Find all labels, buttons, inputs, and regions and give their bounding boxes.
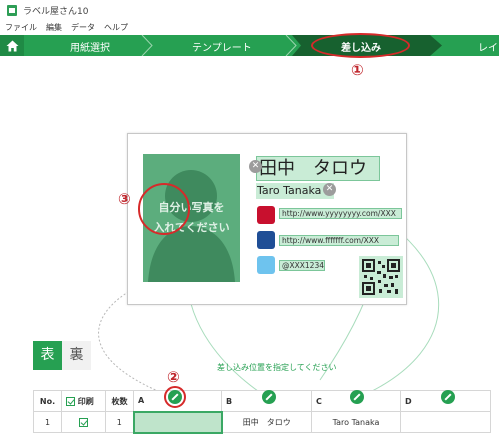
drag-pin-icon[interactable] (441, 390, 455, 404)
qr-code-field[interactable] (359, 256, 403, 298)
red-icon-square (257, 206, 275, 224)
cell-a[interactable] (132, 410, 223, 434)
tab-back[interactable]: 裏 (62, 341, 91, 370)
annotation-label-3: ③ (118, 190, 131, 208)
header-print[interactable]: 印刷 (61, 390, 106, 412)
cell-print[interactable] (61, 411, 106, 433)
cell-no: 1 (33, 411, 62, 433)
cell-d[interactable] (400, 411, 491, 433)
url1-field[interactable]: http://www.yyyyyyyy.com/XXX (279, 208, 402, 219)
annotation-label-2: ② (167, 368, 180, 386)
merge-hint-text: 差し込み位置を指定してください (217, 363, 337, 372)
annotation-circle-3 (138, 183, 190, 235)
drag-pin-icon[interactable] (262, 390, 276, 404)
cell-c[interactable]: Taro Tanaka (311, 411, 401, 433)
qr-code-icon (362, 259, 400, 295)
drag-pin-icon[interactable] (350, 390, 364, 404)
close-icon[interactable]: ✕ (249, 160, 262, 173)
close-icon[interactable]: ✕ (323, 183, 336, 196)
blue-icon-square (257, 231, 275, 249)
name-jp-field[interactable]: 田中 タロウ (256, 156, 380, 181)
tab-front[interactable]: 表 (33, 341, 62, 370)
table-row: 1 1 田中 タロウ Taro Tanaka (33, 410, 491, 434)
header-count: 枚数 (105, 390, 134, 412)
header-no: No. (33, 390, 62, 412)
handle-field[interactable]: @XXX1234 (279, 260, 325, 271)
annotation-circle-2 (164, 386, 186, 408)
url2-field[interactable]: http://www.fffffff.com/XXX (279, 235, 399, 246)
checkbox-icon[interactable] (66, 396, 75, 406)
checkbox-icon[interactable] (79, 417, 88, 427)
light-blue-icon-square (257, 256, 275, 274)
cell-b[interactable]: 田中 タロウ (221, 411, 312, 433)
cell-count[interactable]: 1 (105, 411, 134, 433)
